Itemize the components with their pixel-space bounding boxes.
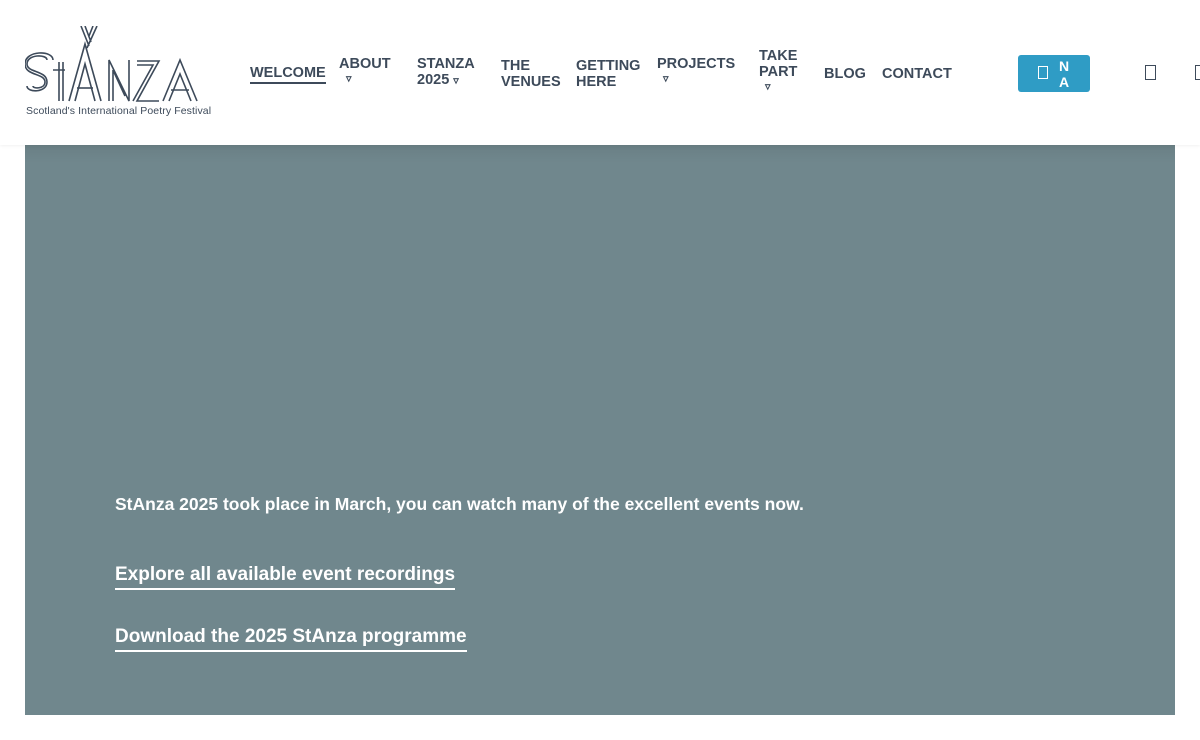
box-icon [1038,66,1048,79]
nav-item-getting-here[interactable]: GETTING HERE [576,58,640,90]
nav-item-label: PROJECTS [657,56,736,72]
chevron-down-icon: ▿ [765,81,771,93]
nav-item-label: GETTING HERE [576,58,641,90]
logo-tagline: Scotland's International Poetry Festival [26,105,212,117]
nav-item-take-part[interactable]: TAKE PART ▿ [759,48,799,94]
nav-item-projects[interactable]: PROJECTS ▿ [657,56,735,86]
nav-item-about[interactable]: ABOUT ▿ [339,56,391,86]
nav-item-label: CONTACT [882,66,952,82]
nav-item-contact[interactable]: CONTACT [882,66,952,82]
nav-item-label: TAKE PART [759,48,798,80]
nav-item-the-venues[interactable]: THE VENUES [501,58,561,90]
event-recordings-link[interactable]: Explore all available event recordings [115,563,456,590]
menu-icon[interactable] [1195,65,1200,80]
chevron-down-icon: ▿ [346,73,352,85]
site-header: Scotland's International Poetry Festival… [0,0,1200,145]
stanza-logo[interactable]: Scotland's International Poetry Festival [25,26,220,120]
na-button-line2: A [1059,74,1070,90]
nav-item-label: WELCOME [250,65,326,84]
na-button-line1: N [1059,58,1070,74]
stanza-logo-mark [25,26,198,102]
na-button[interactable]: N A [1018,55,1090,92]
hero-banner: StAnza 2025 took place in March, you can… [25,145,1175,715]
hero-shadow [25,145,1175,163]
nav-item-welcome[interactable]: WELCOME [250,65,326,84]
nav-item-label: ABOUT [339,56,391,72]
na-button-label: N A [1059,58,1069,90]
hero-text: StAnza 2025 took place in March, you can… [115,494,804,514]
search-icon[interactable] [1145,65,1156,80]
nav-item-label: STANZA 2025 [417,56,475,88]
nav-item-label: BLOG [824,66,866,82]
nav-item-blog[interactable]: BLOG [824,66,866,82]
chevron-down-icon: ▿ [663,73,669,85]
chevron-down-icon: ▿ [453,75,459,87]
nav-item-stanza-2025[interactable]: STANZA 2025 ▿ [417,56,475,88]
programme-download-link[interactable]: Download the 2025 StAnza programme [115,625,467,652]
nav-item-label: THE VENUES [501,58,561,90]
